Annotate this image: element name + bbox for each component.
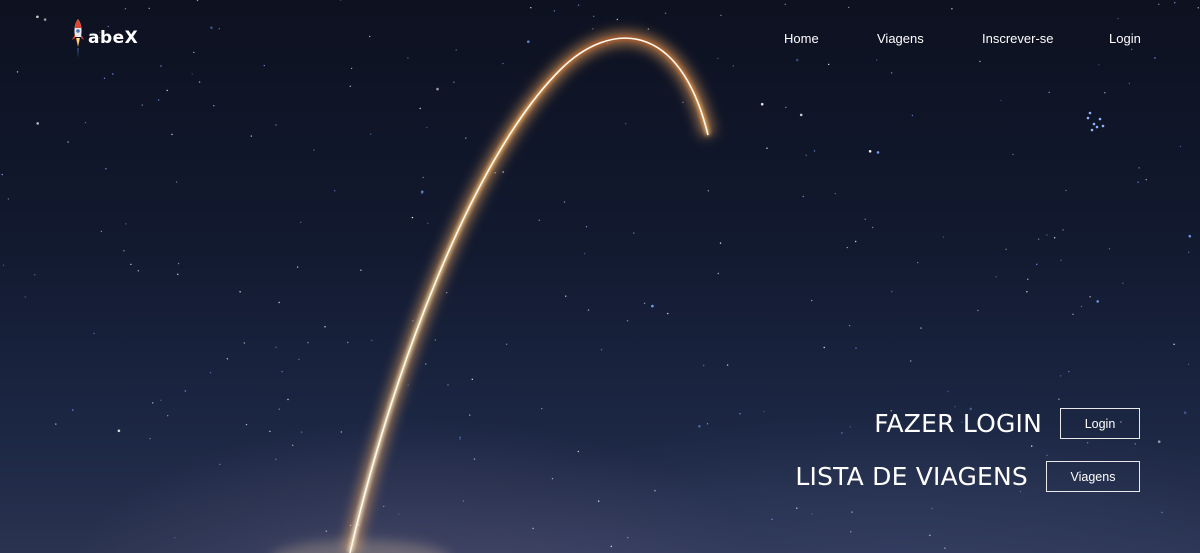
login-cta-title: FAZER LOGIN — [874, 409, 1042, 438]
nav-inscrever-link[interactable]: Inscrever-se — [982, 31, 1054, 46]
main-nav: Home Viagens Inscrever-se Login — [0, 31, 1200, 49]
nav-viagens-link[interactable]: Viagens — [877, 31, 924, 46]
nav-home-link[interactable]: Home — [784, 31, 819, 46]
nav-login-link[interactable]: Login — [1109, 31, 1141, 46]
viagens-button[interactable]: Viagens — [1046, 461, 1140, 492]
login-button[interactable]: Login — [1060, 408, 1140, 439]
trips-cta: LISTA DE VIAGENS Viagens — [795, 461, 1140, 492]
login-cta: FAZER LOGIN Login — [874, 408, 1140, 439]
trips-cta-title: LISTA DE VIAGENS — [795, 462, 1028, 491]
